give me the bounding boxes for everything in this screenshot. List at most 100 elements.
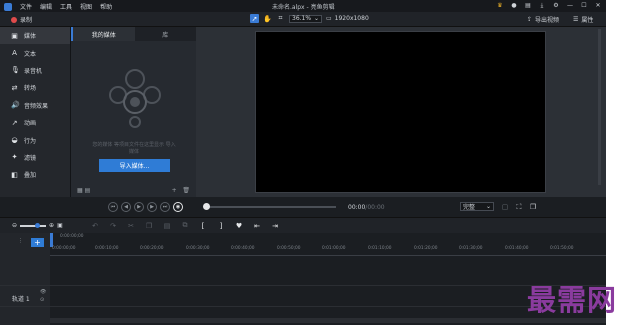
lock-icon[interactable]: ⊙	[40, 297, 46, 303]
download-icon[interactable]: ⤓	[538, 1, 546, 10]
timeline-scrollbar[interactable]	[50, 318, 606, 323]
sidebar-item-overlay[interactable]: ◧ 叠加	[0, 166, 70, 183]
menu-edit[interactable]: 编辑	[40, 2, 52, 11]
play-icon[interactable]: ▶	[134, 202, 144, 212]
record-label: 录制	[20, 17, 33, 24]
cut-icon[interactable]: ✂	[126, 222, 136, 230]
zoom-slider[interactable]	[20, 222, 47, 228]
menu-file[interactable]: 文件	[20, 2, 32, 11]
preview-view-buttons: ▢ ⛶ ❐	[500, 202, 538, 212]
settings-icon[interactable]: ⚙	[552, 1, 560, 10]
sidebar-item-behavior[interactable]: ◒ 行为	[0, 131, 70, 148]
sidebar-item-label: 滤镜	[24, 154, 37, 162]
main-toolbar: 录制 ➚ ✋ ⌗ 36.1% ⌄ ▭ 1920x1080 ⇪ 导出视频 ☰ 属性	[0, 12, 606, 27]
record-button[interactable]: 录制	[11, 15, 32, 24]
track-controls: 👁 ⊙	[40, 289, 46, 303]
ruler-tick: 0:01:10;00	[368, 246, 392, 251]
prev-marker-icon[interactable]: ⇤	[252, 222, 262, 230]
detach-icon[interactable]: ❐	[528, 202, 538, 212]
resolution-display[interactable]: ▭ 1920x1080	[326, 15, 369, 22]
properties-button[interactable]: ☰ 属性	[573, 15, 593, 24]
media-panel: 我的媒体 库 您的媒体 等项目文件在这里显示 导入媒体 导入媒体... ▦ ▤ …	[70, 27, 196, 197]
seek-handle[interactable]	[203, 203, 210, 210]
media-placeholder-icon	[109, 69, 161, 128]
app-window: 文件 编辑 工具 视图 帮助 未命名.alpx - 亮鱼剪辑 ♛ ● ▤ ⤓ ⚙…	[0, 0, 606, 325]
chevron-down-icon: ⌄	[485, 203, 491, 210]
snapshot-icon[interactable]: ▢	[500, 202, 510, 212]
tab-my-media[interactable]: 我的媒体	[71, 27, 135, 41]
next-marker-icon[interactable]: ⇥	[270, 222, 280, 230]
save-icon[interactable]: ▤	[524, 1, 532, 10]
mark-in-icon[interactable]: [	[198, 222, 208, 230]
title-bar: 文件 编辑 工具 视图 帮助 未命名.alpx - 亮鱼剪辑 ♛ ● ▤ ⤓ ⚙…	[0, 0, 606, 12]
step-forward-icon[interactable]: ▶	[147, 202, 157, 212]
sidebar-item-label: 动画	[24, 120, 37, 128]
skip-start-icon[interactable]: ⏮	[108, 202, 118, 212]
sidebar-item-transition[interactable]: ⇄ 转场	[0, 79, 70, 96]
import-media-button[interactable]: 导入媒体...	[99, 159, 170, 172]
crown-icon[interactable]: ♛	[496, 1, 504, 10]
zoom-in-icon[interactable]: ⊕	[49, 222, 54, 229]
trash-icon[interactable]: 🗑	[182, 187, 190, 194]
view-mode-icon[interactable]: ▦ ▤	[77, 187, 90, 194]
ruler-tick: 0:00:10;00	[95, 246, 119, 251]
fullscreen-icon[interactable]: ⛶	[514, 202, 524, 212]
seek-bar[interactable]	[206, 206, 336, 208]
paste-icon[interactable]: ▤	[162, 222, 172, 230]
zoom-out-icon[interactable]: ⊖	[12, 222, 17, 229]
ruler-tick: 0:00:40;00	[231, 246, 255, 251]
redo-icon[interactable]: ↷	[108, 222, 118, 230]
track-row[interactable]: 轨道 1 👁 ⊙	[0, 285, 606, 307]
sidebar-item-filters[interactable]: ✦ 滤镜	[0, 149, 70, 166]
zoom-slider-handle[interactable]	[35, 222, 41, 228]
text-icon: A	[12, 49, 17, 58]
split-icon[interactable]: ⧉	[180, 221, 190, 230]
track-expand-icon[interactable]: ⋮	[18, 238, 23, 244]
pointer-tool-icon[interactable]: ➚	[250, 14, 259, 23]
export-label: 导出视频	[535, 17, 560, 24]
sidebar-item-audio-effects[interactable]: 🔊 音频效果	[0, 97, 70, 114]
hand-tool-icon[interactable]: ✋	[263, 14, 272, 23]
time-current: 00:00	[348, 204, 366, 211]
fit-timeline-icon[interactable]: ▣	[57, 222, 63, 229]
copy-icon[interactable]: ❐	[144, 222, 154, 230]
media-footer-actions: + 🗑	[172, 187, 190, 194]
volume-icon[interactable]: ◉	[173, 202, 183, 212]
marker-icon[interactable]: ♥	[234, 222, 244, 230]
menu-view[interactable]: 视图	[80, 2, 92, 11]
step-back-icon[interactable]: ◀	[121, 202, 131, 212]
close-button[interactable]: ✕	[594, 1, 602, 10]
minimize-button[interactable]: —	[566, 1, 574, 10]
zoom-value: 36.1%	[292, 15, 312, 22]
preview-area	[196, 27, 606, 197]
menu-tools[interactable]: 工具	[60, 2, 72, 11]
ruler-tick: 0:01:30;00	[459, 246, 483, 251]
time-total: /00:00	[365, 204, 385, 211]
account-icon[interactable]: ●	[510, 1, 518, 10]
undo-icon[interactable]: ↶	[90, 222, 100, 230]
mark-out-icon[interactable]: ]	[216, 222, 226, 230]
zoom-select[interactable]: 36.1% ⌄	[289, 14, 322, 23]
eye-icon[interactable]: 👁	[40, 289, 46, 295]
crop-tool-icon[interactable]: ⌗	[276, 14, 285, 23]
sidebar-item-animation[interactable]: ↗ 动画	[0, 114, 70, 131]
transition-icon: ⇄	[11, 83, 18, 92]
sidebar-item-media[interactable]: ▣ 媒体	[0, 27, 70, 45]
ruler-tick: 0:00:00;00	[52, 246, 76, 251]
sidebar-item-text[interactable]: A 文本	[0, 44, 70, 61]
export-video-button[interactable]: ⇪ 导出视频	[527, 15, 559, 24]
add-icon[interactable]: +	[172, 187, 177, 194]
sidebar-item-recorder[interactable]: 🎙 录音机	[0, 62, 70, 79]
maximize-button[interactable]: ☐	[580, 1, 588, 10]
skip-end-icon[interactable]: ⏭	[160, 202, 170, 212]
sidebar-item-label: 行为	[24, 137, 37, 145]
preview-canvas[interactable]	[255, 31, 546, 193]
ruler-tick: 0:00:30;00	[186, 246, 210, 251]
tab-library[interactable]: 库	[135, 27, 197, 41]
menu-help[interactable]: 帮助	[100, 2, 112, 11]
preview-scrollbar[interactable]	[598, 29, 601, 185]
sidebar-item-label: 叠加	[24, 172, 37, 180]
time-ruler[interactable]: 0:00:00;00 0:00:10;00 0:00:20;00 0:00:30…	[50, 245, 606, 256]
quality-select[interactable]: 完整 ⌄	[460, 202, 494, 211]
add-track-button[interactable]: +	[31, 238, 44, 247]
